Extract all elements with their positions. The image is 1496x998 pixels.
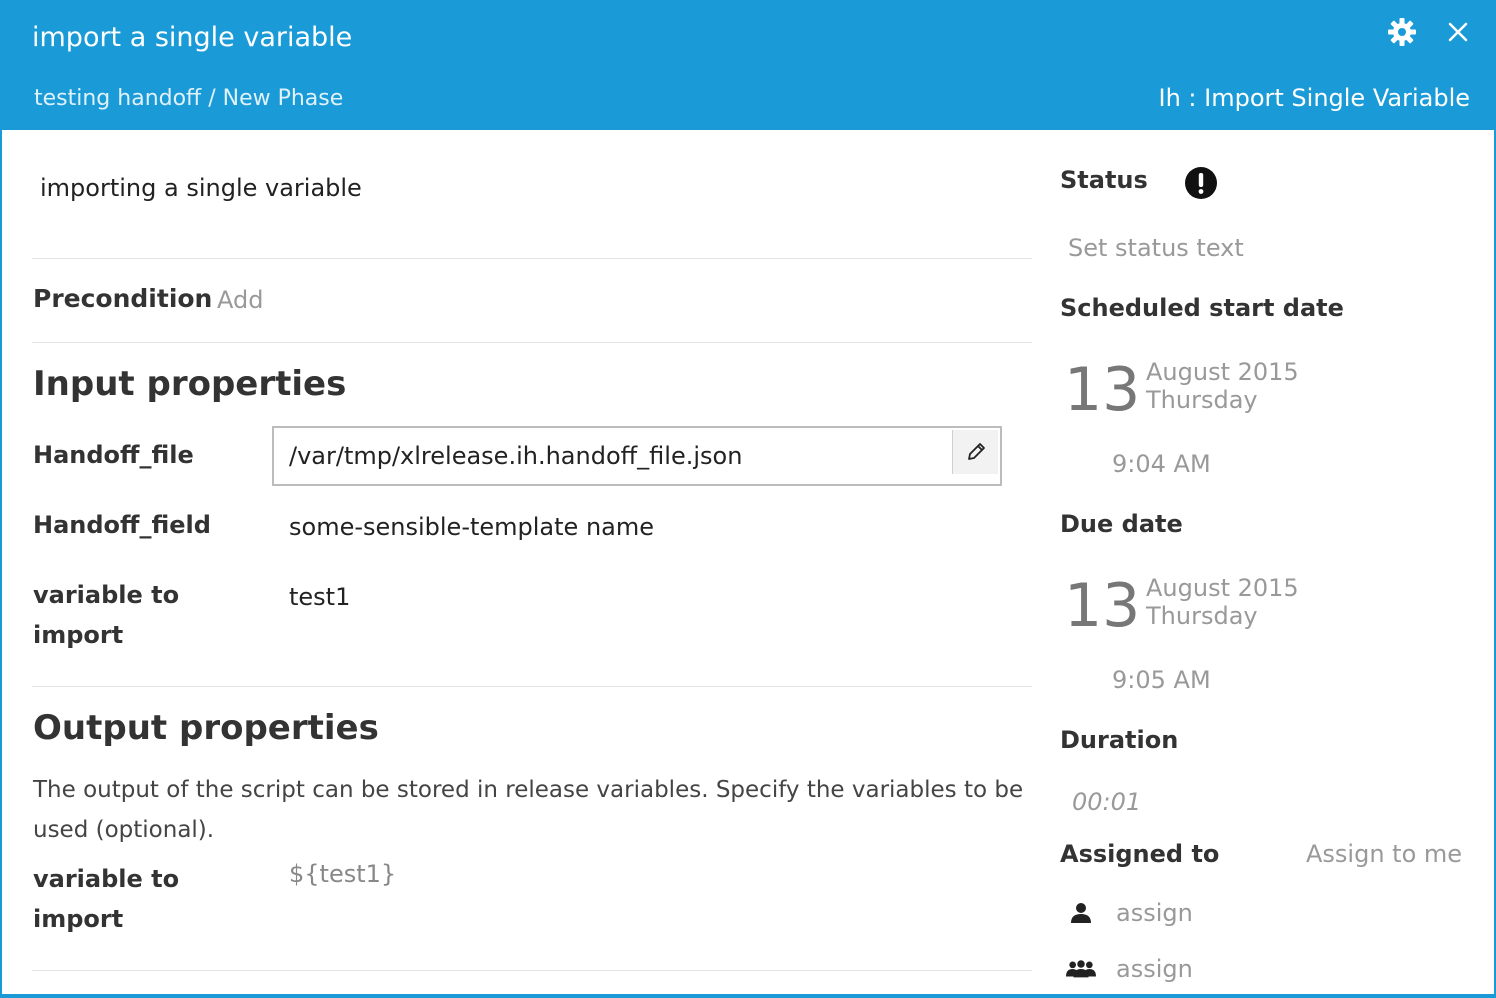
handoff-field-label: Handoff_field (33, 511, 211, 539)
task-dialog: import a single variable testing handoff… (0, 0, 1496, 998)
assign-to-me-link[interactable]: Assign to me (1306, 840, 1462, 868)
input-properties-title: Input properties (33, 364, 347, 404)
scheduled-start-label: Scheduled start date (1060, 294, 1344, 322)
start-day[interactable]: 13 (1064, 360, 1140, 420)
handoff-file-label: Handoff_file (33, 441, 194, 469)
dialog-header: import a single variable testing handoff… (0, 0, 1496, 130)
dialog-body: importing a single variable Precondition… (2, 130, 1494, 994)
output-description: The output of the script can be stored i… (33, 777, 1024, 843)
assign-team-label: assign (1116, 955, 1193, 983)
task-title[interactable]: import a single variable (32, 22, 352, 53)
status-text-input[interactable]: Set status text (1068, 234, 1244, 262)
due-date-label: Due date (1060, 510, 1183, 538)
team-icon (1066, 956, 1096, 982)
divider (32, 258, 1032, 259)
gear-icon[interactable] (1386, 16, 1418, 48)
duration-label: Duration (1060, 726, 1179, 754)
status-label: Status (1060, 166, 1148, 194)
pencil-icon (967, 443, 985, 460)
output-variable-label: variable to import (33, 859, 253, 939)
due-month-year[interactable]: August 2015 (1146, 574, 1299, 602)
precondition-add-link[interactable]: Add (217, 286, 263, 314)
due-day[interactable]: 13 (1064, 576, 1140, 636)
divider (32, 342, 1032, 343)
label-line: import (33, 905, 124, 933)
breadcrumb: testing handoff / New Phase (34, 86, 344, 111)
assign-user-label: assign (1116, 899, 1193, 927)
due-weekday[interactable]: Thursday (1146, 602, 1258, 630)
start-month-year[interactable]: August 2015 (1146, 358, 1299, 386)
precondition-label: Precondition (33, 284, 213, 313)
task-type: Ih : Import Single Variable (1158, 84, 1471, 112)
duration-value[interactable]: 00:01 (1072, 788, 1141, 816)
start-weekday[interactable]: Thursday (1146, 386, 1258, 414)
variable-to-import-label: variable to import (33, 575, 253, 655)
output-properties-title: Output properties (33, 708, 379, 748)
user-icon (1066, 900, 1096, 926)
label-line: variable to (33, 581, 180, 609)
handoff-file-value[interactable]: /var/tmp/xlrelease.ih.handoff_file.json (289, 442, 742, 470)
start-time[interactable]: 9:04 AM (1112, 450, 1211, 478)
handoff-file-field[interactable]: /var/tmp/xlrelease.ih.handoff_file.json (272, 426, 1002, 486)
task-description[interactable]: importing a single variable (40, 174, 362, 202)
label-line: import (33, 621, 124, 649)
edit-button[interactable] (952, 430, 998, 474)
output-variable-value[interactable]: ${test1} (289, 860, 396, 888)
assign-team-button[interactable]: assign (1066, 954, 1193, 984)
variable-to-import-value[interactable]: test1 (289, 577, 350, 617)
divider (32, 970, 1032, 971)
label-line: variable to (33, 865, 180, 893)
close-icon[interactable] (1446, 20, 1470, 44)
divider (32, 686, 1032, 687)
assigned-to-label: Assigned to (1060, 840, 1220, 868)
due-time[interactable]: 9:05 AM (1112, 666, 1211, 694)
handoff-field-value[interactable]: some-sensible-template name (289, 507, 654, 547)
assign-user-button[interactable]: assign (1066, 898, 1193, 928)
exclamation-icon (1185, 167, 1217, 199)
